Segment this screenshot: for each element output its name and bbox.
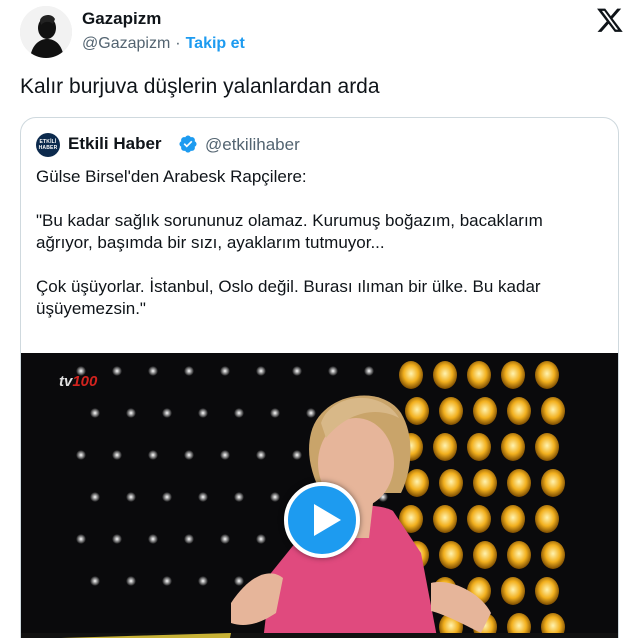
stage-light	[507, 541, 531, 569]
background-spark	[148, 366, 158, 376]
stage-light	[501, 433, 525, 461]
stage-light	[439, 469, 463, 497]
background-spark	[328, 366, 338, 376]
quoted-line: "Bu kadar sağlık sorununuz olamaz. Kurum…	[36, 211, 543, 230]
background-spark	[112, 366, 122, 376]
silhouette-avatar-image	[20, 6, 72, 58]
background-spark	[256, 450, 266, 460]
stage-light	[439, 397, 463, 425]
verified-badge-icon	[178, 134, 198, 154]
background-spark	[234, 576, 244, 586]
background-spark	[198, 576, 208, 586]
quoted-line: üşüyemezsin."	[36, 299, 146, 318]
stage-light	[405, 397, 429, 425]
background-spark	[256, 366, 266, 376]
background-spark	[256, 534, 266, 544]
author-name[interactable]: Gazapizm	[82, 9, 161, 29]
background-spark	[126, 408, 136, 418]
stage-light	[507, 397, 531, 425]
background-spark	[162, 408, 172, 418]
background-spark	[220, 450, 230, 460]
video-player[interactable]: tv100	[21, 353, 618, 638]
background-spark	[306, 408, 316, 418]
play-button[interactable]	[284, 482, 360, 558]
stage-light	[405, 469, 429, 497]
quoted-line: Gülse Birsel'den Arabesk Rapçilere:	[36, 167, 307, 186]
stage-light	[501, 577, 525, 605]
separator-dot: ·	[175, 35, 181, 52]
stage-light	[473, 469, 497, 497]
author-handle[interactable]: @Gazapizm	[82, 35, 170, 52]
background-spark	[90, 408, 100, 418]
stage-light	[433, 361, 457, 389]
background-spark	[184, 450, 194, 460]
background-spark	[162, 492, 172, 502]
stage-light	[467, 433, 491, 461]
stage-light	[535, 577, 559, 605]
channel-logo: tv100	[59, 373, 98, 390]
quoted-author-avatar[interactable]: ETKİLİ HABER	[36, 133, 60, 157]
stage-light	[501, 361, 525, 389]
stage-light	[535, 361, 559, 389]
stage-light	[535, 505, 559, 533]
background-spark	[270, 492, 280, 502]
background-spark	[220, 366, 230, 376]
background-spark	[90, 492, 100, 502]
background-spark	[198, 492, 208, 502]
background-spark	[76, 534, 86, 544]
background-spark	[292, 366, 302, 376]
play-icon	[314, 504, 341, 536]
background-spark	[270, 408, 280, 418]
stage-light	[467, 361, 491, 389]
background-spark	[234, 408, 244, 418]
background-spark	[292, 450, 302, 460]
background-spark	[220, 534, 230, 544]
background-spark	[76, 450, 86, 460]
stage-light	[501, 505, 525, 533]
stage-light	[433, 433, 457, 461]
stage-light	[433, 505, 457, 533]
stage-light	[541, 541, 565, 569]
background-spark	[148, 450, 158, 460]
background-spark	[234, 492, 244, 502]
quoted-tweet-text: Gülse Birsel'den Arabesk Rapçilere: "Bu …	[36, 166, 606, 320]
background-spark	[364, 366, 374, 376]
author-avatar[interactable]	[20, 6, 72, 58]
quoted-author-handle[interactable]: @etkilihaber	[205, 135, 300, 155]
follow-button[interactable]: Takip et	[186, 35, 245, 52]
background-spark	[184, 366, 194, 376]
background-spark	[90, 576, 100, 586]
quoted-line: Çok üşüyorlar. İstanbul, Oslo değil. Bur…	[36, 277, 541, 296]
stage-light	[507, 469, 531, 497]
stage-light	[473, 397, 497, 425]
stage-light	[399, 361, 423, 389]
stage-light	[439, 541, 463, 569]
x-logo-icon[interactable]	[596, 6, 624, 34]
background-spark	[198, 408, 208, 418]
background-spark	[126, 492, 136, 502]
stage-light	[467, 505, 491, 533]
background-spark	[112, 534, 122, 544]
background-spark	[126, 576, 136, 586]
stage-light	[535, 433, 559, 461]
stage-light	[541, 397, 565, 425]
author-meta-row: @Gazapizm · Takip et	[82, 35, 245, 53]
quoted-tweet-card[interactable]: ETKİLİ HABER Etkili Haber @etkilihaber G…	[20, 117, 619, 638]
background-spark	[184, 534, 194, 544]
tweet-card: Gazapizm @Gazapizm · Takip et Kalır burjuv…	[0, 0, 640, 638]
stage-light	[473, 541, 497, 569]
background-spark	[112, 450, 122, 460]
quoted-line: ağrıyor, başımda bir sızı, ayaklarım tut…	[36, 233, 385, 252]
stage-light	[541, 469, 565, 497]
background-spark	[148, 534, 158, 544]
background-spark	[162, 576, 172, 586]
quoted-author-name[interactable]: Etkili Haber	[68, 134, 162, 154]
tweet-text: Kalır burjuva düşlerin yalanlardan arda	[20, 75, 380, 98]
